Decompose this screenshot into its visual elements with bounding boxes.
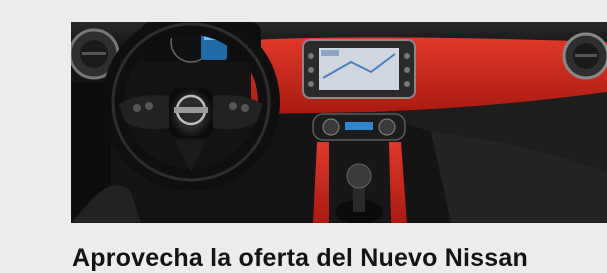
climate-controls [312,113,406,141]
infotainment-screen [302,39,416,99]
promo-image[interactable] [71,22,607,223]
right-vent [562,32,607,80]
